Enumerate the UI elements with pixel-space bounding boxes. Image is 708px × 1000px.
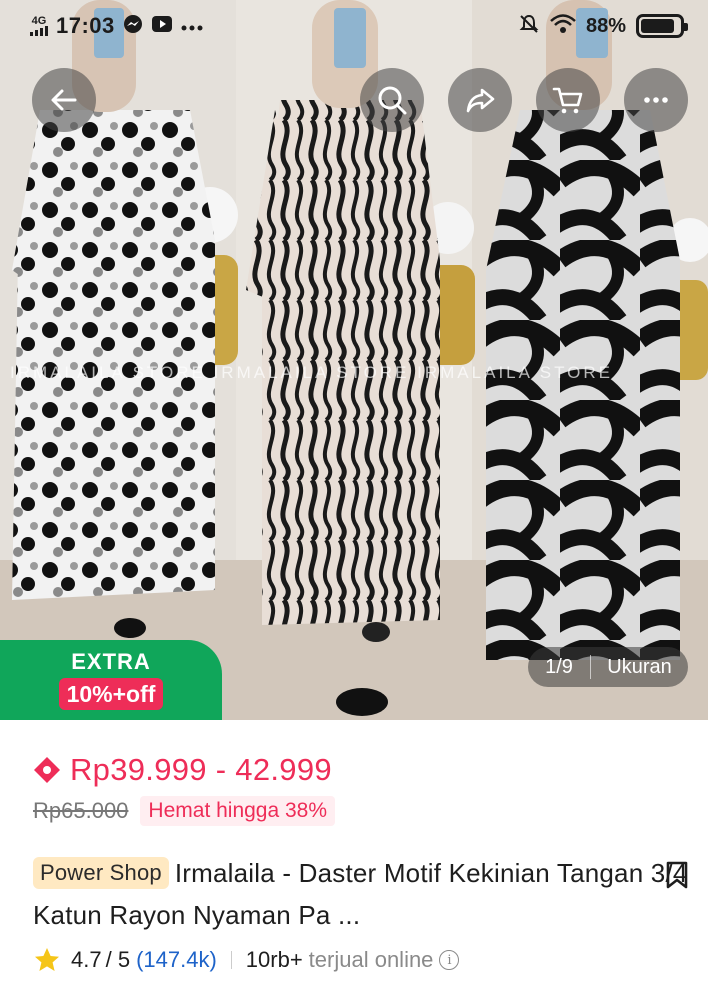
back-button[interactable]	[32, 68, 96, 132]
share-button[interactable]	[448, 68, 512, 132]
cart-button[interactable]	[536, 68, 600, 132]
product-photo: IRMALAILA STORE IRMALAILA STORE IRMALAIL…	[0, 0, 708, 720]
price-range: Rp39.999 - 42.999	[70, 752, 332, 787]
power-shop-badge: Power Shop	[33, 857, 169, 889]
info-icon[interactable]: i	[439, 950, 460, 970]
network-type: 4G	[31, 15, 47, 27]
battery-level	[641, 19, 675, 33]
savings-badge: Hemat hingga 38%	[140, 796, 336, 826]
arrow-left-icon	[51, 89, 77, 111]
wifi-icon	[550, 13, 576, 39]
status-right: 88%	[518, 13, 688, 40]
more-dots-icon	[181, 16, 203, 37]
mute-icon	[518, 13, 540, 40]
cart-icon	[552, 87, 583, 114]
clock: 17:03	[56, 13, 115, 38]
rating-value: 4.7	[71, 947, 102, 972]
review-count-link[interactable]: (147.4k)	[136, 947, 217, 973]
rating-divider	[230, 951, 232, 969]
extra-label: EXTRA	[71, 649, 151, 674]
image-counter: 1/9	[545, 655, 573, 678]
rating-max: / 5	[105, 947, 131, 972]
battery-percent: 88%	[585, 14, 626, 37]
star-icon	[35, 948, 59, 971]
gallery-pager-pill: 1/9 Ukuran	[528, 647, 688, 687]
youtube-icon	[151, 15, 173, 38]
share-icon	[466, 88, 495, 113]
messenger-icon	[123, 14, 143, 39]
sold-label: terjual online	[308, 947, 434, 972]
watermark-text: IRMALAILA STORE IRMALAILA STORE IRMALAIL…	[10, 363, 613, 382]
extra-discount-badge: EXTRA 10%+off	[0, 640, 222, 720]
product-image-gallery[interactable]: IRMALAILA STORE IRMALAILA STORE IRMALAIL…	[0, 0, 708, 720]
bookmark-icon[interactable]	[664, 860, 690, 890]
battery-icon	[636, 14, 688, 38]
search-button[interactable]	[360, 68, 424, 132]
network-indicator: 4G	[30, 16, 48, 36]
original-price-row: Rp65.000 Hemat hingga 38%	[33, 796, 336, 826]
price-tag-icon	[34, 757, 60, 783]
price-row: Rp39.999 - 42.999	[32, 752, 332, 788]
extra-discount-value: 10%+off	[58, 678, 164, 710]
sold-count: 10rb+	[245, 947, 303, 972]
more-button[interactable]	[624, 68, 688, 132]
size-guide-link[interactable]: Ukuran	[591, 656, 688, 679]
product-info-section: Rp39.999 - 42.999 Rp65.000 Hemat hingga …	[0, 720, 708, 1000]
status-bar: 4G 17:03 88%	[0, 0, 708, 52]
original-price: Rp65.000	[33, 798, 129, 823]
search-icon	[378, 86, 407, 115]
product-screen: IRMALAILA STORE IRMALAILA STORE IRMALAIL…	[0, 0, 708, 1000]
status-left: 4G 17:03	[30, 13, 203, 39]
rating-row: 4.7 / 5 (147.4k) 10rb+ terjual online i	[33, 946, 460, 974]
signal-icon	[30, 26, 48, 36]
more-icon	[644, 97, 668, 103]
product-title: Power Shop Irmalaila - Daster Motif Kekin…	[33, 852, 693, 936]
